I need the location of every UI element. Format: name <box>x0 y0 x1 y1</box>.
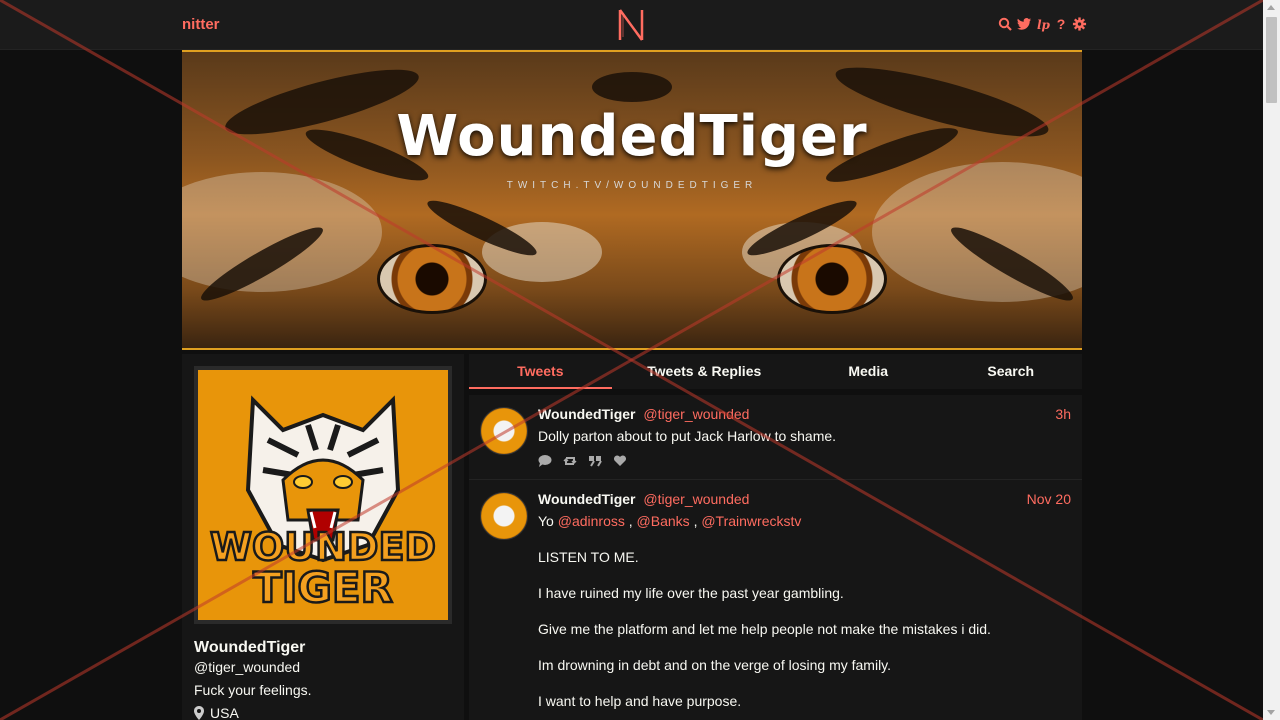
tweet-paragraph: LISTEN TO ME. <box>538 549 639 565</box>
profile-avatar[interactable]: WOUNDED TIGER <box>194 366 452 624</box>
tweet-date[interactable]: Nov 20 <box>1027 491 1071 507</box>
tweet-paragraph: Give me the platform and let me help peo… <box>538 621 991 637</box>
retweet-icon[interactable] <box>563 454 577 468</box>
nitter-logo-link[interactable]: nitter <box>182 16 220 33</box>
liberapay-icon[interactable]: lp <box>1036 16 1050 32</box>
left-eye-image <box>377 244 487 314</box>
tweet-stats <box>538 454 627 468</box>
location-text: USA <box>210 705 239 720</box>
tweet-fullname[interactable]: WoundedTiger <box>538 406 635 422</box>
banner-title: WoundedTiger <box>396 104 868 169</box>
tweet-paragraph: Im drowning in debt and on the verge of … <box>538 657 892 673</box>
profile-fullname[interactable]: WoundedTiger <box>194 639 305 657</box>
mention-link[interactable]: @Trainwreckstv <box>701 513 801 529</box>
mention-link[interactable]: @adinross <box>558 513 625 529</box>
quote-icon[interactable] <box>588 454 602 468</box>
tab-tweets-and-replies[interactable]: Tweets & Replies <box>612 354 797 389</box>
tweet-header: WoundedTiger @tiger_wounded <box>538 491 749 507</box>
profile-location: USA <box>194 705 239 720</box>
vertical-scrollbar[interactable] <box>1263 0 1280 720</box>
scroll-up-arrow-icon[interactable] <box>1267 5 1275 10</box>
nitter-n-logo-icon[interactable] <box>617 8 645 42</box>
tweet-avatar[interactable] <box>480 407 528 455</box>
tweet-paragraph: I have ruined my life over the past year… <box>538 585 844 601</box>
profile-bio: Fuck your feelings. <box>194 682 312 698</box>
svg-text:lp: lp <box>1037 18 1050 32</box>
tweet-content: Dolly parton about to put Jack Harlow to… <box>538 428 837 444</box>
search-icon[interactable] <box>998 16 1012 32</box>
nav-icon-group: lp ? <box>998 16 1087 32</box>
timeline-tabs: Tweets Tweets & Replies Media Search <box>469 354 1082 389</box>
gear-icon[interactable] <box>1072 16 1087 32</box>
tab-tweets[interactable]: Tweets <box>469 354 612 389</box>
mention-link[interactable]: @Banks <box>637 513 690 529</box>
profile-banner[interactable]: WoundedTiger TWITCH.TV/WOUNDEDTIGER <box>182 50 1082 350</box>
right-eye-image <box>777 244 887 314</box>
nitter-profile-page: nitter lp ? WoundedTiger TWITCH.TV/WOUND… <box>0 0 1280 720</box>
tab-media[interactable]: Media <box>797 354 940 389</box>
tweet-username[interactable]: @tiger_wounded <box>643 491 749 507</box>
navbar: nitter lp ? <box>0 0 1263 50</box>
heart-icon[interactable] <box>613 454 627 468</box>
scroll-down-arrow-icon[interactable] <box>1267 710 1275 715</box>
comment-icon[interactable] <box>538 454 552 468</box>
tweet-item[interactable]: WoundedTiger @tiger_wounded 3h Dolly par… <box>469 395 1082 480</box>
tweet-mention-line: Yo @adinross , @Banks , @Trainwreckstv <box>538 513 802 529</box>
timeline: Tweets Tweets & Replies Media Search Wou… <box>469 354 1082 720</box>
help-icon[interactable]: ? <box>1054 16 1068 32</box>
profile-username[interactable]: @tiger_wounded <box>194 659 300 675</box>
location-pin-icon <box>194 706 204 720</box>
tweet-avatar[interactable] <box>480 492 528 540</box>
avatar-text-tiger: TIGER <box>253 563 393 612</box>
tweet-date[interactable]: 3h <box>1055 406 1071 422</box>
twitter-bird-icon[interactable] <box>1016 16 1032 32</box>
tweet-paragraph: I want to help and have purpose. <box>538 693 742 709</box>
tweet-header: WoundedTiger @tiger_wounded <box>538 406 749 422</box>
tweet-content: Yo @adinross , @Banks , @Trainwreckstv L… <box>538 512 1068 720</box>
scroll-thumb[interactable] <box>1266 17 1277 103</box>
tiger-logo-image: WOUNDED TIGER <box>198 370 448 620</box>
tweet-item[interactable]: WoundedTiger @tiger_wounded Nov 20 Yo @a… <box>469 480 1082 720</box>
profile-card: WOUNDED TIGER WoundedTiger @tiger_wounde… <box>182 354 464 720</box>
tweet-fullname[interactable]: WoundedTiger <box>538 491 635 507</box>
tweet-username[interactable]: @tiger_wounded <box>643 406 749 422</box>
banner-subtitle: TWITCH.TV/WOUNDEDTIGER <box>506 180 758 191</box>
tab-search[interactable]: Search <box>939 354 1082 389</box>
